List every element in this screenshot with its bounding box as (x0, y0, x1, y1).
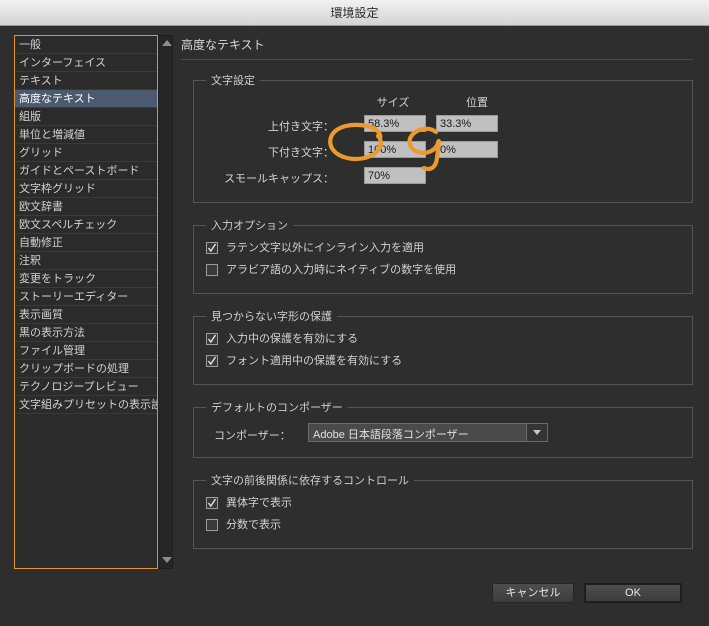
window-title: 環境設定 (330, 6, 379, 20)
sidebar-item-7[interactable]: ガイドとペーストボード (15, 162, 157, 180)
input-option-label-0: ラテン文字以外にインライン入力を適用 (226, 242, 424, 254)
input-subscript-position[interactable]: 0% (436, 141, 498, 158)
label-small-caps: スモールキャップス： (224, 173, 334, 185)
sidebar-item-0[interactable]: 一般 (15, 36, 157, 54)
sidebar-item-13[interactable]: 変更をトラック (15, 270, 157, 288)
input-option-label-1: アラビア語の入力時にネイティブの数字を使用 (226, 264, 457, 276)
missing-glyph-label-0: 入力中の保護を有効にする (226, 333, 359, 345)
label-composer: コンポーザー： (214, 430, 291, 442)
sidebar-item-19[interactable]: テクノロジープレビュー (15, 378, 157, 396)
window-titlebar[interactable]: 環境設定 (0, 0, 709, 26)
label-superscript: 上付き文字： (268, 121, 334, 133)
sidebar-item-1[interactable]: インターフェイス (15, 54, 157, 72)
sidebar-item-9[interactable]: 欧文辞書 (15, 198, 157, 216)
page-title: 高度なテキスト (181, 36, 693, 60)
sidebar-item-17[interactable]: ファイル管理 (15, 342, 157, 360)
sidebar-item-11[interactable]: 自動修正 (15, 234, 157, 252)
checkbox-checked-icon[interactable] (206, 242, 218, 254)
select-default-composer[interactable]: Adobe 日本語段落コンポーザー (308, 423, 548, 442)
sidebar-item-10[interactable]: 欧文スペルチェック (15, 216, 157, 234)
row-small-caps: スモールキャップス： 70% (204, 166, 682, 192)
column-headers: サイズ 位置 (204, 94, 682, 114)
column-header-position: 位置 (466, 97, 488, 109)
sidebar-item-3[interactable]: 高度なテキスト (15, 90, 157, 108)
group-legend-input-options: 入力オプション (211, 220, 288, 232)
context-control-row-1[interactable]: 分数で表示 (204, 516, 682, 538)
sidebar-item-4[interactable]: 組版 (15, 108, 157, 126)
sidebar-item-16[interactable]: 黒の表示方法 (15, 324, 157, 342)
chevron-down-icon[interactable] (526, 424, 547, 441)
row-superscript: 上付き文字： 58.3% 33.3% (204, 114, 682, 140)
checkbox-checked-icon[interactable] (206, 355, 218, 367)
checkbox-unchecked-icon[interactable] (206, 519, 218, 531)
category-list[interactable]: 一般 インターフェイス テキスト 高度なテキスト 組版 単位と増減値 グリッド ガイドとペース… (14, 35, 158, 569)
sidebar-item-5[interactable]: 単位と増減値 (15, 126, 157, 144)
preferences-dialog: 環境設定 一般 インターフェイス テキスト 高度なテキスト 組版 単位と増減値 グリッド ガイ… (0, 0, 709, 626)
row-subscript: 下付き文字： 100% 0% (204, 140, 682, 166)
select-default-composer-value: Adobe 日本語段落コンポーザー (313, 429, 469, 441)
group-input-options: 入力オプション ラテン文字以外にインライン入力を適用アラビア語の入力時にネイティ… (193, 217, 693, 294)
sidebar-item-15[interactable]: 表示画質 (15, 306, 157, 324)
ok-button[interactable]: OK (584, 583, 682, 603)
settings-panel: 高度なテキスト 文字設定 サイズ 位置 上付き文字： 58.3% 33.3% 下… (181, 36, 693, 566)
cancel-button[interactable]: キャンセル (492, 583, 574, 603)
composer-row: コンポーザー： Adobe 日本語段落コンポーザー (204, 423, 682, 447)
dialog-footer: キャンセル OK (0, 583, 709, 613)
sidebar-item-8[interactable]: 文字枠グリッド (15, 180, 157, 198)
checkbox-checked-icon[interactable] (206, 497, 218, 509)
sidebar-item-2[interactable]: テキスト (15, 72, 157, 90)
input-superscript-position[interactable]: 33.3% (436, 115, 498, 132)
missing-glyph-row-1[interactable]: フォント適用中の保護を有効にする (204, 352, 682, 374)
column-header-size: サイズ (376, 97, 410, 109)
context-control-label-0: 異体字で表示 (226, 497, 292, 509)
sidebar-item-14[interactable]: ストーリーエディター (15, 288, 157, 306)
sidebar-item-12[interactable]: 注釈 (15, 252, 157, 270)
label-subscript: 下付き文字： (268, 147, 334, 159)
group-default-composer: デフォルトのコンポーザー コンポーザー： Adobe 日本語段落コンポーザー (193, 399, 693, 458)
missing-glyph-label-1: フォント適用中の保護を有効にする (226, 355, 403, 367)
sidebar-item-20[interactable]: 文字組みプリセットの表示設定 (15, 396, 157, 414)
group-missing-glyph-protection: 見つからない字形の保護 入力中の保護を有効にするフォント適用中の保護を有効にする (193, 308, 693, 385)
group-legend-context-controls: 文字の前後関係に依存するコントロール (211, 475, 409, 487)
sidebar-item-6[interactable]: グリッド (15, 144, 157, 162)
sidebar-item-18[interactable]: クリップボードの処理 (15, 360, 157, 378)
input-subscript-size[interactable]: 100% (364, 141, 426, 158)
checkbox-unchecked-icon[interactable] (206, 264, 218, 276)
input-superscript-size[interactable]: 58.3% (364, 115, 426, 132)
checkbox-checked-icon[interactable] (206, 333, 218, 345)
group-legend-missing-glyph-protection: 見つからない字形の保護 (211, 311, 332, 323)
group-character-settings: 文字設定 サイズ 位置 上付き文字： 58.3% 33.3% 下付き文字： 10… (193, 72, 693, 203)
context-control-row-0[interactable]: 異体字で表示 (204, 494, 682, 516)
triangle-up-icon[interactable] (161, 38, 172, 49)
context-control-label-1: 分数で表示 (226, 519, 281, 531)
category-list-scrollbar[interactable] (158, 35, 173, 569)
group-legend-character-settings: 文字設定 (211, 75, 255, 87)
group-context-controls: 文字の前後関係に依存するコントロール 異体字で表示 分数で表示 (193, 472, 693, 549)
input-option-row-1[interactable]: アラビア語の入力時にネイティブの数字を使用 (204, 261, 682, 283)
triangle-down-icon[interactable] (161, 555, 172, 566)
missing-glyph-row-0[interactable]: 入力中の保護を有効にする (204, 330, 682, 352)
input-small-caps-size[interactable]: 70% (364, 167, 426, 184)
group-legend-default-composer: デフォルトのコンポーザー (211, 402, 343, 414)
input-option-row-0[interactable]: ラテン文字以外にインライン入力を適用 (204, 239, 682, 261)
